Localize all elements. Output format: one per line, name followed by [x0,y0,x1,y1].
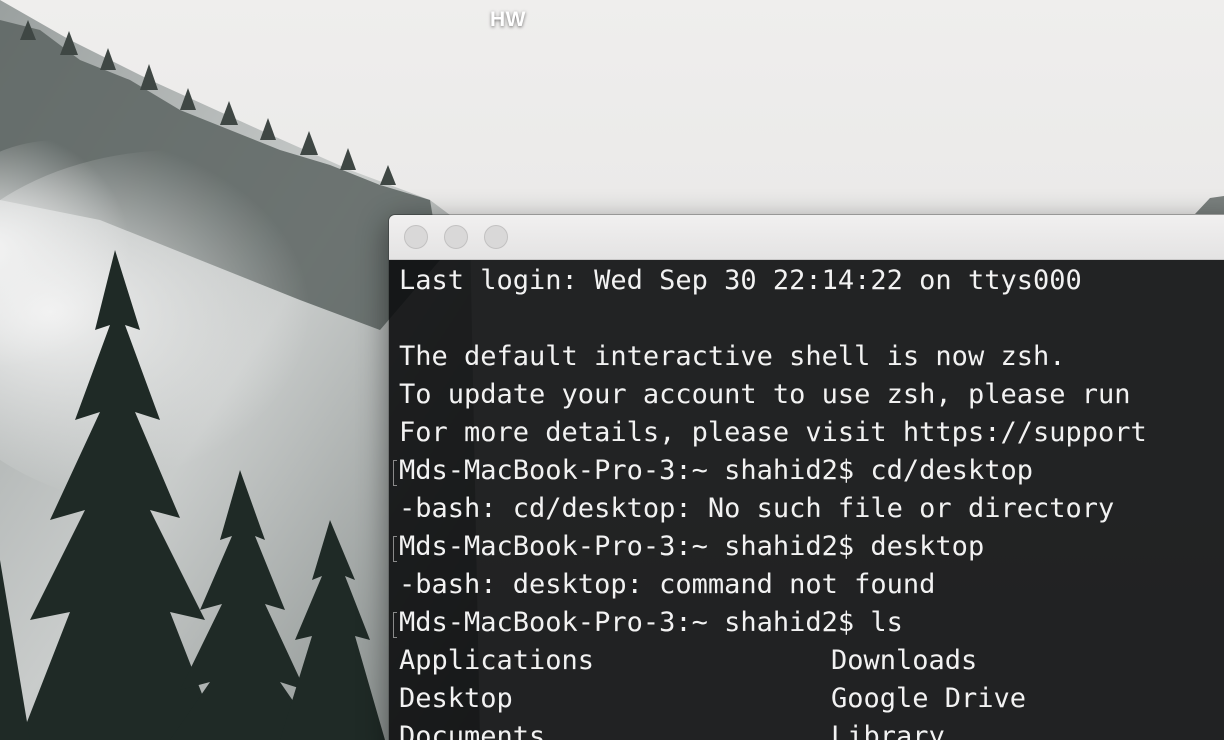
terminal-output-line: For more details, please visit https://s… [399,417,1147,448]
close-button[interactable] [404,225,428,249]
listing-entry: Google Drive [831,683,1027,714]
terminal-prompt-line: Mds-MacBook-Pro-3:~ shahid2$ cd/desktop [393,452,1224,490]
listing-entry: Applications [399,645,595,676]
listing-entry: Library [831,721,945,740]
desktop-folder-label[interactable]: HW [480,8,536,32]
terminal-output-line: -bash: desktop: command not found [399,569,936,600]
terminal-prompt-line: Mds-MacBook-Pro-3:~ shahid2$ ls [393,604,1224,642]
listing-entry: Downloads [831,645,978,676]
terminal-output[interactable]: Last login: Wed Sep 30 22:14:22 on ttys0… [389,260,1224,740]
terminal-window[interactable]: Last login: Wed Sep 30 22:14:22 on ttys0… [388,214,1224,740]
minimize-button[interactable] [444,225,468,249]
zoom-button[interactable] [484,225,508,249]
listing-entry: Desktop [399,683,513,714]
terminal-titlebar[interactable] [389,215,1224,260]
terminal-output-line: The default interactive shell is now zsh… [399,341,1066,372]
terminal-output-line: Last login: Wed Sep 30 22:14:22 on ttys0… [399,265,1082,296]
terminal-prompt-line: Mds-MacBook-Pro-3:~ shahid2$ desktop [393,528,1224,566]
terminal-listing-row: Documents Library [399,718,1224,740]
terminal-listing-row: Desktop Google Drive [399,680,1224,718]
terminal-output-line: -bash: cd/desktop: No such file or direc… [399,493,1115,524]
terminal-output-line: To update your account to use zsh, pleas… [399,379,1131,410]
listing-entry: Documents [399,721,546,740]
desktop: HW Last login: Wed Sep 30 22:14:22 on tt… [0,0,1224,740]
terminal-listing-row: Applications Downloads [399,642,1224,680]
